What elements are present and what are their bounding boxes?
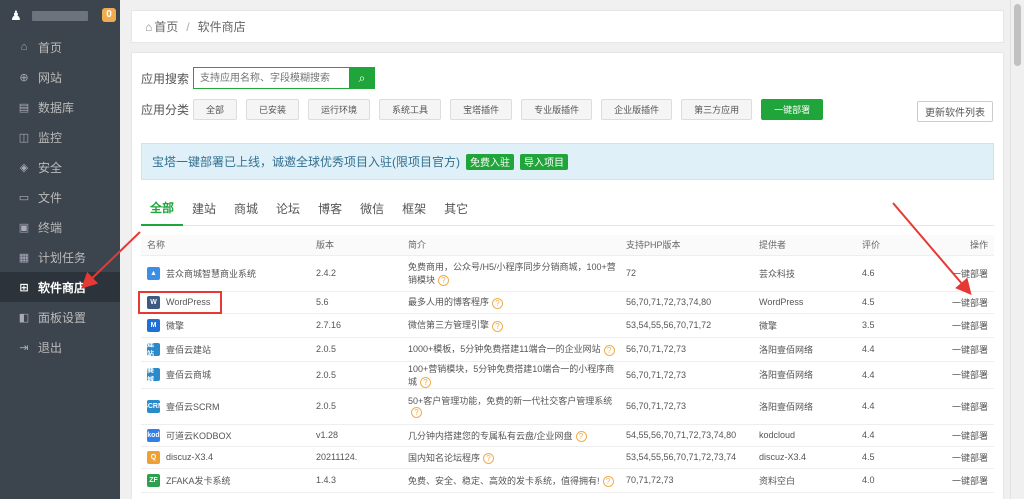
page-scrollbar[interactable] bbox=[1010, 0, 1024, 499]
annotation-arrows bbox=[81, 202, 972, 296]
arrow-to-store-menu bbox=[81, 231, 141, 289]
scrollbar-thumb[interactable] bbox=[1014, 4, 1021, 66]
arrow-to-deploy-action bbox=[892, 202, 972, 296]
